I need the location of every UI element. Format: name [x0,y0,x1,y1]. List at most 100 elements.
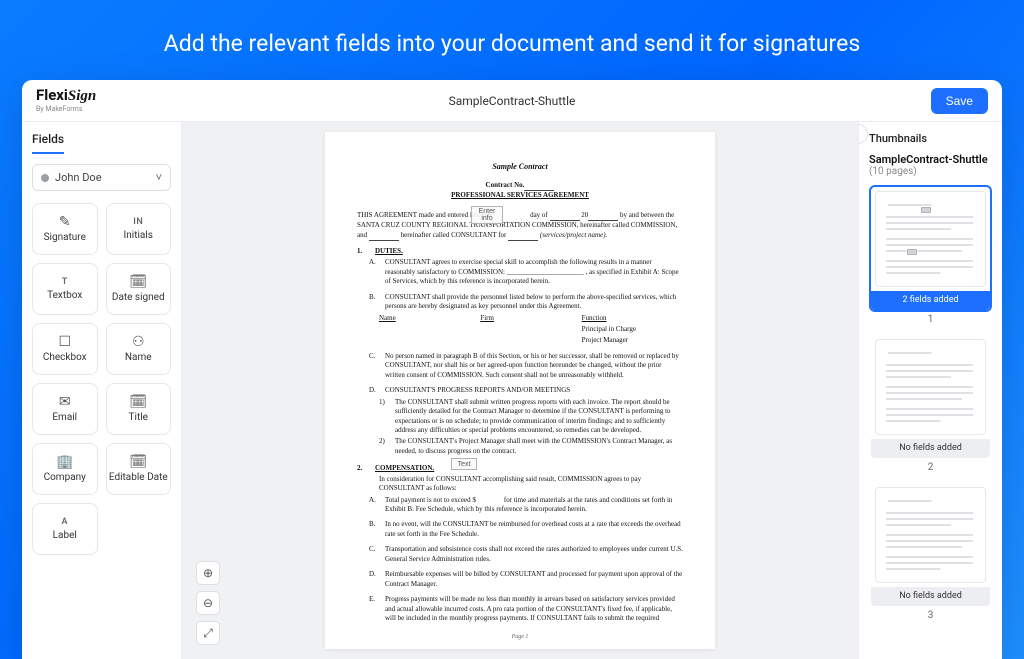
col-func: Function [582,314,683,323]
sec1d2: The CONSULTANT's Project Manager shall m… [395,437,683,456]
thumbnail-page-1[interactable]: 2 fields added [869,185,992,312]
field-tile-label: Checkbox [43,352,87,363]
brand-flexi: Flexi [36,86,68,104]
thumbnail-page-2[interactable]: No fields added [869,333,992,460]
zoom-out-button[interactable]: ⊖ [196,591,220,615]
field-tile-label: Email [52,412,77,423]
sec2a: Total payment is not to exceed $for time… [385,496,683,515]
signer-select[interactable]: John Doe ˅ [32,164,171,191]
field-tile-label: Title [129,412,148,423]
sec1-num: 1. [357,247,369,256]
field-tile-label[interactable]: A Label [32,503,98,555]
role-pm: Project Manager [582,336,683,345]
field-tile-label: Initials [124,230,153,241]
document-viewport[interactable]: ⊕ ⊖ ⤢ Sample Contract Contract No. PROFE… [182,122,858,659]
thumbnail-preview [875,191,986,287]
fields-panel-title: Fields [32,132,64,154]
field-tile-title[interactable]: 🗓 Title [106,383,172,435]
brand-sign: Sign [68,88,96,104]
document-title: SampleContract-Shuttle [449,94,576,108]
col-name: Name [379,314,480,323]
doc-contract-no-label: Contract No. [486,181,525,189]
field-tile-email[interactable]: ✉ Email [32,383,98,435]
company-icon: 🏢 [56,455,73,469]
sec2-intro: In consideration for CONSULTANT accompli… [379,475,683,494]
field-tile-label: Label [53,530,77,541]
sec1d-hdr: CONSULTANT'S PROGRESS REPORTS AND/OR MEE… [385,386,570,395]
thumbnail-number-3: 3 [869,610,992,621]
role-pic: Principal in Charge [582,325,683,334]
signature-icon: ✎ [59,215,71,229]
field-tile-name[interactable]: ⚇ Name [106,323,172,375]
signer-name: John Doe [55,171,102,184]
thumbnail-badge: 2 fields added [871,291,990,310]
field-tile-label: Signature [44,232,86,243]
sec2e: Progress payments will be made no less t… [385,595,683,623]
fields-grid: ✎ Signature IN Initials T Textbox 🗓 Date signed… [32,203,171,555]
thumbnail-number-2: 2 [869,462,992,473]
save-button[interactable]: Save [931,88,988,114]
signer-color-dot [41,174,49,182]
checkbox-icon: ☐ [58,335,71,349]
sec1d1: The CONSULTANT shall submit written prog… [395,398,683,436]
textbox-icon: T [62,278,68,287]
sec2-hdr: COMPENSATION. [375,464,434,473]
fit-button[interactable]: ⤢ [196,621,220,645]
field-tile-initials[interactable]: IN Initials [106,203,172,255]
thumbnail-badge: No fields added [871,439,990,458]
sec1c: No person named in paragraph B of this S… [385,352,683,380]
name-icon: ⚇ [132,335,145,349]
label-icon: A [61,518,68,527]
sec1a: CONSULTANT agrees to exercise special sk… [385,258,683,286]
doc-heading-sample: Sample Contract [357,162,683,173]
field-tile-date-signed[interactable]: 🗓 Date signed [106,263,172,315]
initials-icon: IN [133,218,143,227]
collapse-thumbnails-button[interactable]: › [858,124,868,144]
thumbnail-badge: No fields added [871,587,990,606]
sec2-num: 2. [357,464,369,473]
chevron-down-icon: ˅ [156,171,162,184]
field-tile-signature[interactable]: ✎ Signature [32,203,98,255]
email-icon: ✉ [59,395,71,409]
sec2b: In no event, will the CONSULTANT be reim… [385,520,683,539]
col-firm: Firm [480,314,581,323]
thumbnails-page-count: (10 pages) [869,166,992,177]
thumbnails-panel: › Thumbnails SampleContract-Shuttle (10 … [858,122,1002,659]
thumbnail-number-1: 1 [869,314,992,325]
thumbnail-preview [875,487,986,583]
zoom-controls: ⊕ ⊖ ⤢ [196,561,220,645]
field-tile-checkbox[interactable]: ☐ Checkbox [32,323,98,375]
title-icon: 🗓 [129,395,147,409]
doc-psa-heading: PROFESSIONAL SERVICES AGREEMENT [357,191,683,200]
field-tile-editable-date[interactable]: 🗓 Editable Date [106,443,172,495]
field-tile-label: Company [44,472,86,483]
page-number: Page 1 [357,633,683,641]
field-tile-textbox[interactable]: T Textbox [32,263,98,315]
sec2c: Transportation and subsistence costs sha… [385,545,683,564]
sec1b: CONSULTANT shall provide the personnel l… [385,293,683,312]
brand-sub: By MakeForms [36,106,96,113]
thumbnail-page-3[interactable]: No fields added [869,481,992,608]
doc-intro: THIS AGREEMENT made and entered into thi… [357,211,683,241]
app-window: FlexiSign By MakeForms SampleContract-Sh… [22,80,1002,659]
brand-logo: FlexiSign By MakeForms [36,88,96,113]
thumbnails-title: Thumbnails [869,132,992,145]
thumbnails-doc-name: SampleContract-Shuttle [869,153,992,166]
field-tile-label: Editable Date [109,472,168,483]
placed-field-enter-info[interactable]: Enter info [471,206,503,224]
topbar: FlexiSign By MakeForms SampleContract-Sh… [22,80,1002,122]
main-area: Fields John Doe ˅ ✎SignatureINInitialsTT… [22,122,1002,659]
field-tile-label: Date signed [112,292,165,303]
field-tile-label: Name [125,352,152,363]
sec2d: Reimbursable expenses will be billed by … [385,570,683,589]
date-signed-icon: 🗓 [129,275,147,289]
thumbnail-preview [875,339,986,435]
fields-panel: Fields John Doe ˅ ✎SignatureINInitialsTT… [22,122,182,659]
field-tile-label: Textbox [47,290,82,301]
zoom-in-button[interactable]: ⊕ [196,561,220,585]
field-tile-company[interactable]: 🏢 Company [32,443,98,495]
editable-date-icon: 🗓 [129,455,147,469]
promo-headline: Add the relevant fields into your docume… [0,0,1024,77]
placed-field-text[interactable]: Text [451,458,477,470]
sec1-hdr: DUTIES. [375,247,403,256]
